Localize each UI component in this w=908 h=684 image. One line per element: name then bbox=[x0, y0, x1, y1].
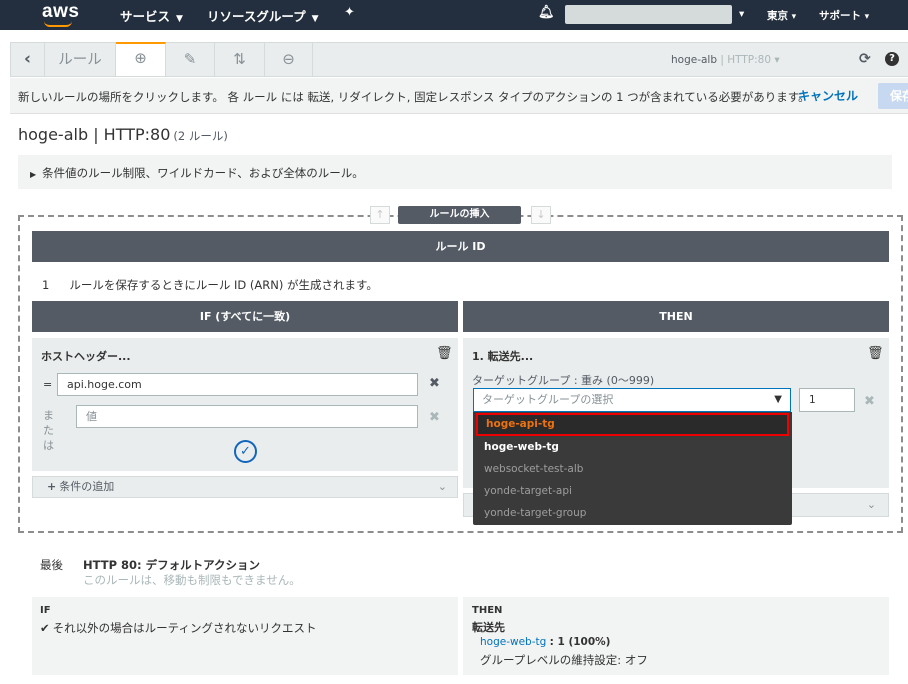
minus-circle-icon: ⊖ bbox=[282, 50, 295, 68]
target-group-link[interactable]: hoge-web-tg bbox=[480, 636, 546, 648]
rule-id-header: ルール ID bbox=[32, 231, 889, 262]
rule-count: (2 ルール) bbox=[173, 129, 228, 143]
action-title: 1. 転送先... bbox=[472, 350, 534, 363]
cancel-link[interactable]: キャンセル bbox=[798, 87, 858, 104]
caret-down-icon: ▼ bbox=[774, 394, 782, 405]
dropdown-option[interactable]: yonde-target-api bbox=[473, 480, 792, 502]
trash-icon[interactable]: 🗑︎ bbox=[436, 346, 453, 361]
close-icon[interactable]: ✖ bbox=[864, 394, 875, 409]
or-label: または bbox=[43, 409, 54, 452]
dropdown-option[interactable]: websocket-test-alb bbox=[473, 458, 792, 480]
refresh-icon[interactable]: ⟳ bbox=[859, 51, 871, 67]
target-group-dropdown: hoge-api-tg hoge-web-tg websocket-test-a… bbox=[473, 412, 792, 525]
chevron-left-icon: ‹ bbox=[23, 49, 31, 69]
dropdown-option[interactable]: hoge-web-tg bbox=[473, 436, 792, 458]
back-button[interactable]: ‹ bbox=[11, 43, 45, 76]
pin-icon[interactable]: ✦ bbox=[344, 5, 355, 20]
default-rule-label: 最後 bbox=[40, 558, 63, 572]
plus-circle-icon: ⊕ bbox=[134, 49, 147, 67]
pencil-icon: ✎ bbox=[183, 50, 197, 68]
add-rule-button[interactable]: ⊕ bbox=[116, 42, 166, 76]
chevron-down-icon: ▼ bbox=[176, 14, 183, 24]
chevron-down-icon: ⌄ bbox=[866, 498, 876, 511]
dropdown-option[interactable]: yonde-target-group bbox=[473, 502, 792, 524]
support-menu[interactable]: サポート ▾ bbox=[819, 8, 869, 23]
aws-smile-icon bbox=[44, 21, 72, 27]
caret-right-icon: ▶ bbox=[30, 170, 37, 179]
host-value-input-2[interactable]: 値 bbox=[76, 405, 418, 428]
account-menu[interactable] bbox=[565, 5, 732, 24]
rule-id-row: 1 ルールを保存するときにルール ID (ARN) が生成されます。 bbox=[42, 278, 378, 292]
close-icon[interactable]: ✖ bbox=[429, 410, 440, 425]
host-value-input[interactable]: api.hoge.com bbox=[57, 373, 418, 396]
resource-groups-menu[interactable]: リソースグループ ▼ bbox=[207, 6, 319, 25]
default-then-panel: THEN 転送先 hoge-web-tg : 1 (100%) グループレベルの… bbox=[463, 597, 889, 675]
delete-rule-button[interactable]: ⊖ bbox=[265, 43, 313, 76]
default-if-panel: IF ✔ それ以外の場合はルーティングされないリクエスト bbox=[32, 597, 458, 675]
help-icon[interactable]: ? bbox=[885, 52, 899, 66]
default-action-title: HTTP 80: デフォルトアクション bbox=[83, 558, 261, 572]
add-condition-button[interactable]: + 条件の追加 ⌄ bbox=[32, 476, 458, 498]
plus-icon: + bbox=[47, 480, 57, 493]
save-button[interactable]: 保存 bbox=[878, 83, 908, 109]
condition-title: ホストヘッダー... bbox=[41, 350, 131, 363]
bell-icon[interactable]: 🔔︎ bbox=[538, 5, 555, 20]
services-menu[interactable]: サービス ▼ bbox=[120, 6, 183, 25]
chevron-down-icon[interactable]: ▾ bbox=[739, 8, 744, 20]
confirm-check-icon[interactable]: ✓ bbox=[234, 440, 257, 463]
default-action-note: このルールは、移動も制限もできません。 bbox=[83, 573, 301, 587]
rules-tab[interactable]: ルール bbox=[45, 43, 116, 76]
page-title: hoge-alb | HTTP:80 (2 ルール) bbox=[18, 125, 228, 144]
region-menu[interactable]: 東京 ▾ bbox=[767, 8, 796, 23]
reorder-icon: ⇅ bbox=[233, 50, 246, 68]
rules-toolbar: ‹ ルール ⊕ ✎ ⇅ ⊖ hoge-alb | HTTP:80 ▾ ⟳ ? bbox=[10, 42, 908, 77]
target-group-select[interactable]: ターゲットグループの選択 ▼ bbox=[473, 388, 791, 412]
chevron-down-icon: ▼ bbox=[311, 14, 319, 24]
insert-rule-button[interactable]: ルールの挿入 bbox=[398, 206, 521, 224]
stickiness-setting: グループレベルの維持設定: オフ bbox=[480, 653, 648, 667]
weight-input[interactable]: 1 bbox=[799, 388, 855, 412]
top-nav: aws サービス ▼ リソースグループ ▼ ✦ 🔔︎ ▾ 東京 ▾ サポート ▾ bbox=[0, 0, 908, 30]
dropdown-option[interactable]: hoge-api-tg bbox=[476, 413, 789, 436]
limits-expander[interactable]: ▶ 条件値のルール制限、ワイルドカード、および全体のルール。 bbox=[18, 155, 892, 189]
if-header: IF (すべてに一致) bbox=[32, 301, 458, 332]
aws-logo[interactable]: aws bbox=[42, 1, 79, 23]
target-group-label: ターゲットグループ : 重み (0〜999) bbox=[472, 374, 655, 387]
info-message: 新しいルールの場所をクリックします。 各 ルール には 転送, リダイレクト, … bbox=[18, 90, 810, 104]
move-down-icon[interactable]: ↓ bbox=[531, 206, 551, 224]
chevron-down-icon: ⌄ bbox=[437, 480, 447, 493]
check-icon: ✔ bbox=[40, 621, 50, 635]
reorder-rules-button[interactable]: ⇅ bbox=[215, 43, 265, 76]
edit-rule-button[interactable]: ✎ bbox=[166, 43, 215, 76]
close-icon[interactable]: ✖ bbox=[429, 376, 440, 391]
listener-selector[interactable]: hoge-alb | HTTP:80 ▾ bbox=[671, 54, 780, 66]
then-header: THEN bbox=[463, 301, 889, 332]
move-up-icon[interactable]: ↑ bbox=[370, 206, 390, 224]
info-bar: 新しいルールの場所をクリックします。 各 ルール には 転送, リダイレクト, … bbox=[10, 78, 908, 114]
trash-icon[interactable]: 🗑︎ bbox=[867, 346, 884, 361]
